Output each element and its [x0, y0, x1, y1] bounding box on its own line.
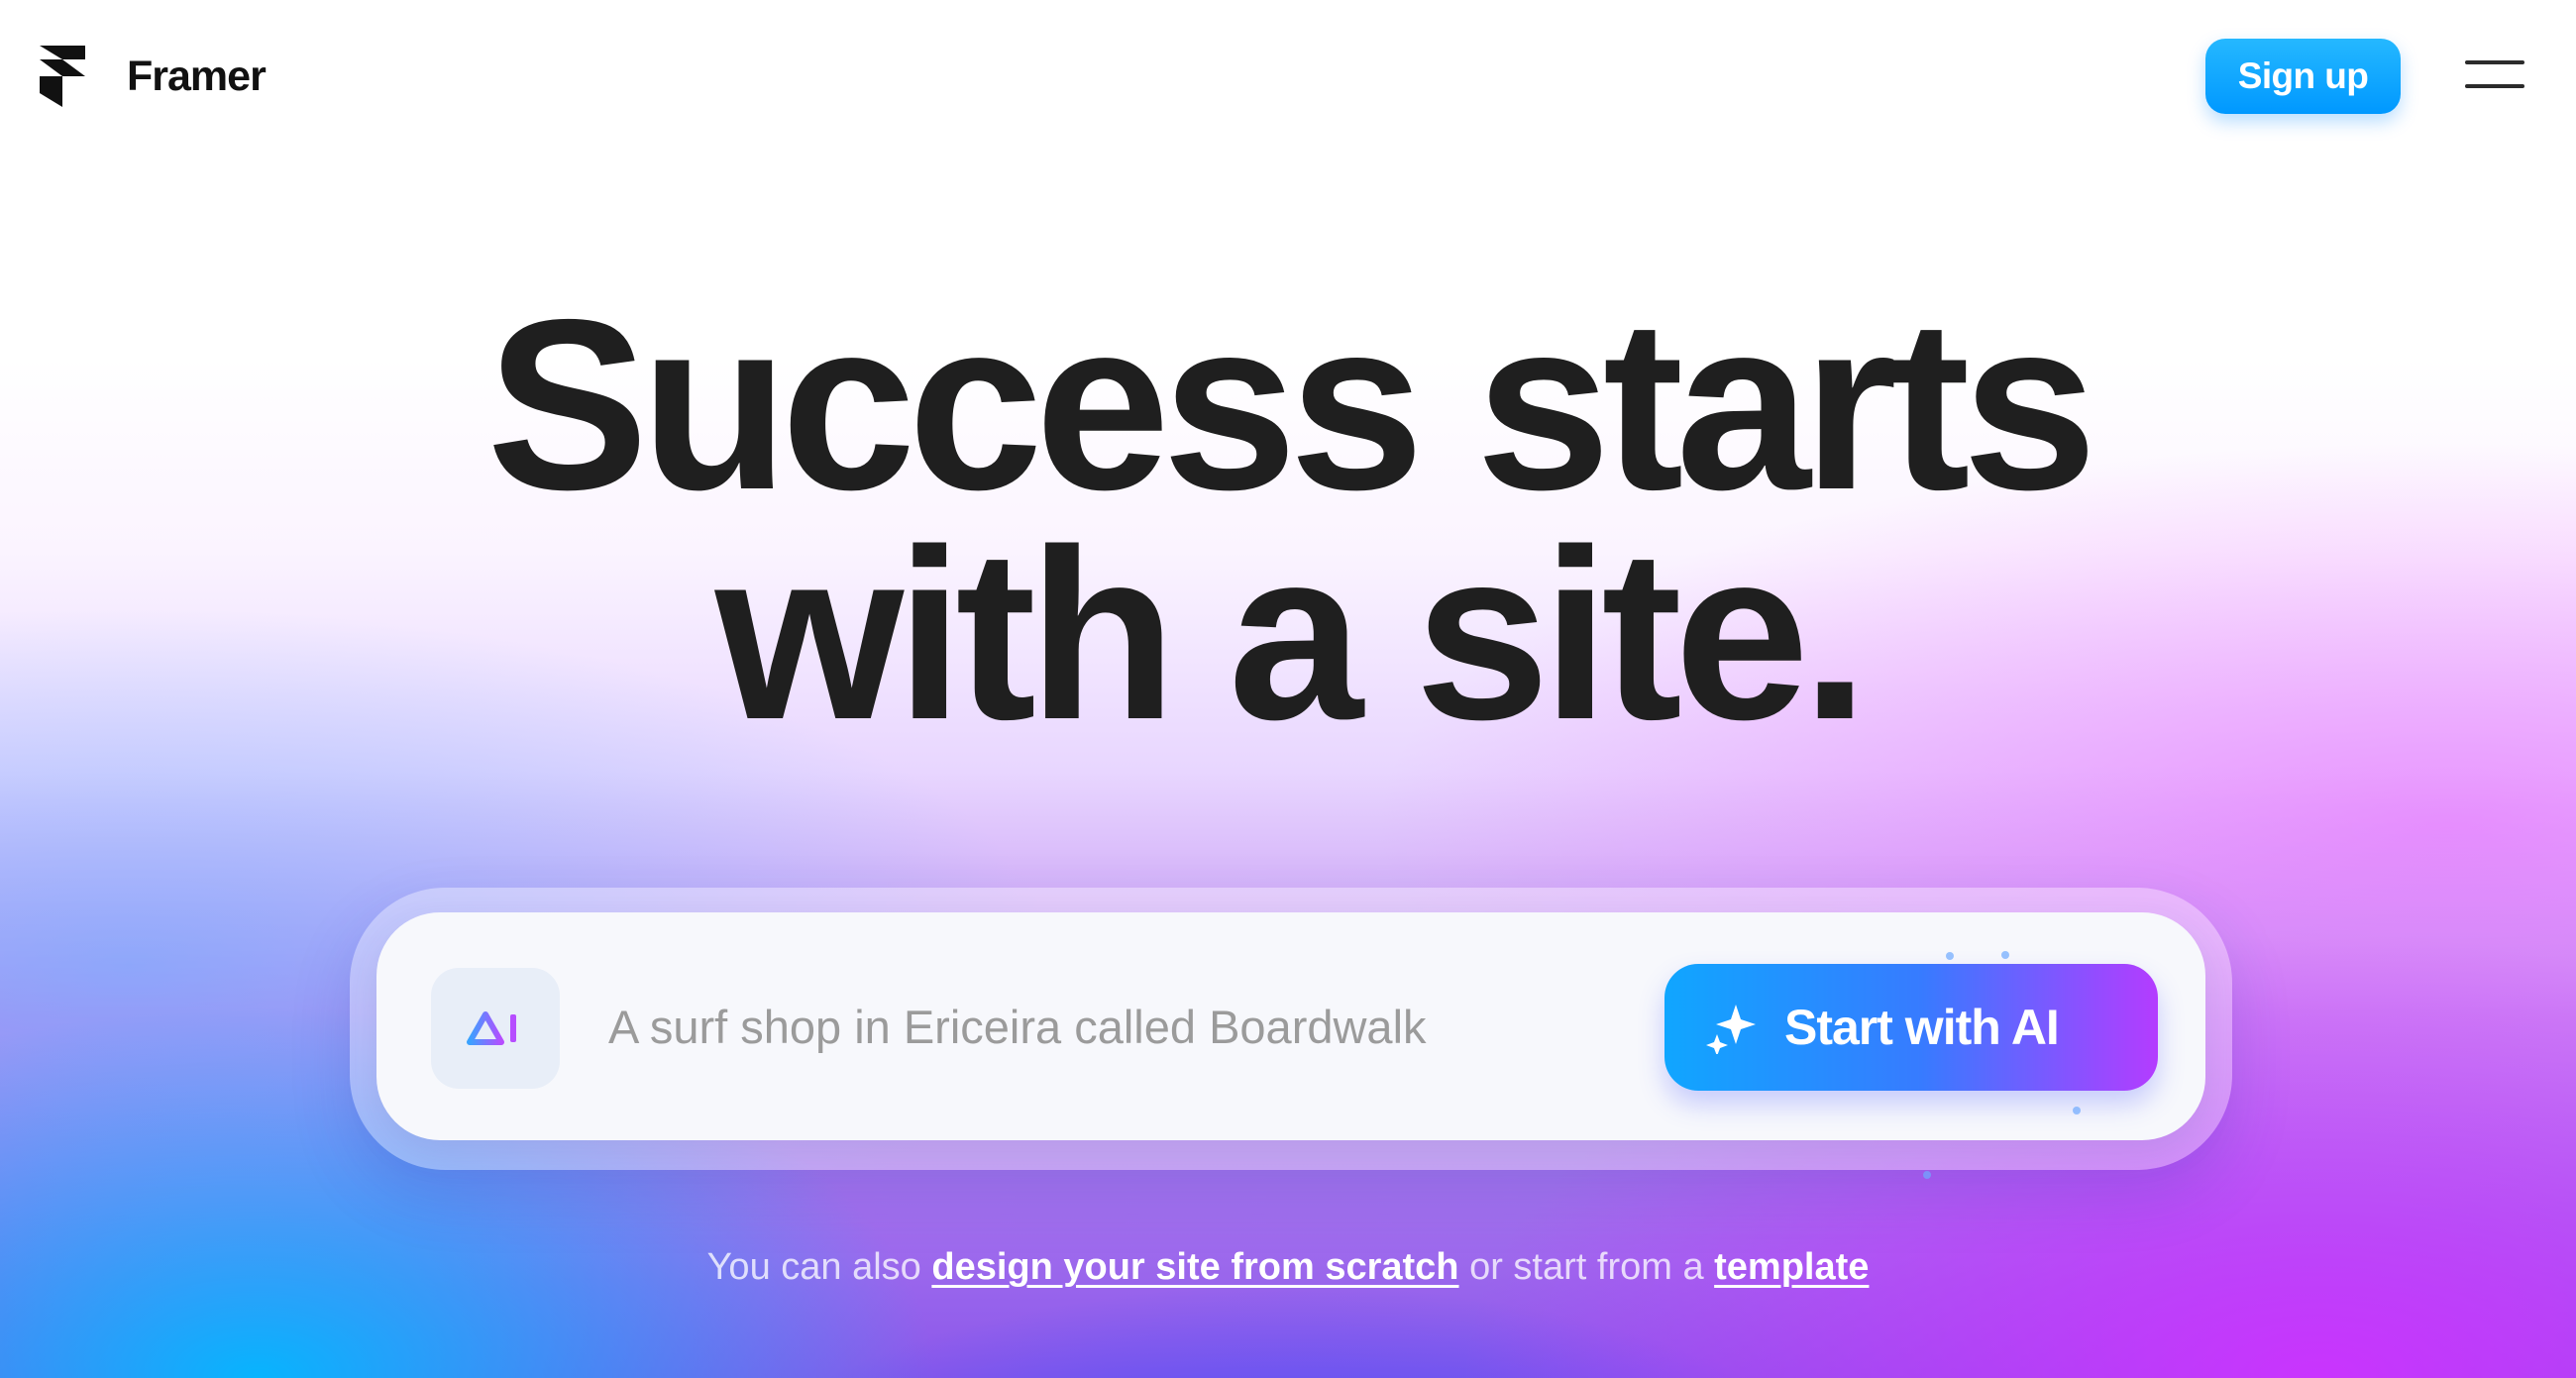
- ai-prompt-card: Start with AI: [376, 912, 2205, 1140]
- menu-line-bottom: [2465, 84, 2524, 88]
- sign-up-button[interactable]: Sign up: [2205, 39, 2401, 114]
- start-with-ai-label: Start with AI: [1784, 1000, 2060, 1055]
- sparkle-dot: [2001, 951, 2009, 959]
- ai-icon: [464, 1008, 527, 1048]
- hero-line-1: Success starts: [486, 268, 2097, 540]
- hamburger-menu-icon[interactable]: [2465, 54, 2526, 94]
- brand-name: Framer: [127, 52, 267, 100]
- top-navigation: Framer Sign up: [0, 0, 2576, 155]
- hero-line-2: with a site.: [714, 498, 1870, 770]
- ai-prompt-input[interactable]: [608, 983, 1634, 1070]
- design-from-scratch-link[interactable]: design your site from scratch: [931, 1246, 1458, 1288]
- alternative-start-links: You can also design your site from scrat…: [0, 1241, 2576, 1293]
- hero-headline: Success starts with a site.: [0, 268, 2576, 770]
- logo[interactable]: Framer: [40, 46, 267, 107]
- ai-icon-badge: [431, 968, 560, 1089]
- sparkle-dot: [2073, 1107, 2081, 1114]
- footer-middle: or start from a: [1469, 1246, 1704, 1288]
- menu-line-top: [2465, 60, 2524, 64]
- footer-prefix: You can also: [706, 1246, 921, 1288]
- sparkle-dot: [1923, 1171, 1931, 1179]
- sparkle-dot: [1946, 952, 1954, 960]
- framer-logo-icon: [40, 46, 85, 107]
- start-with-ai-button[interactable]: Start with AI: [1664, 964, 2158, 1091]
- sparkle-icon: [1706, 1001, 1760, 1054]
- template-link[interactable]: template: [1714, 1246, 1869, 1288]
